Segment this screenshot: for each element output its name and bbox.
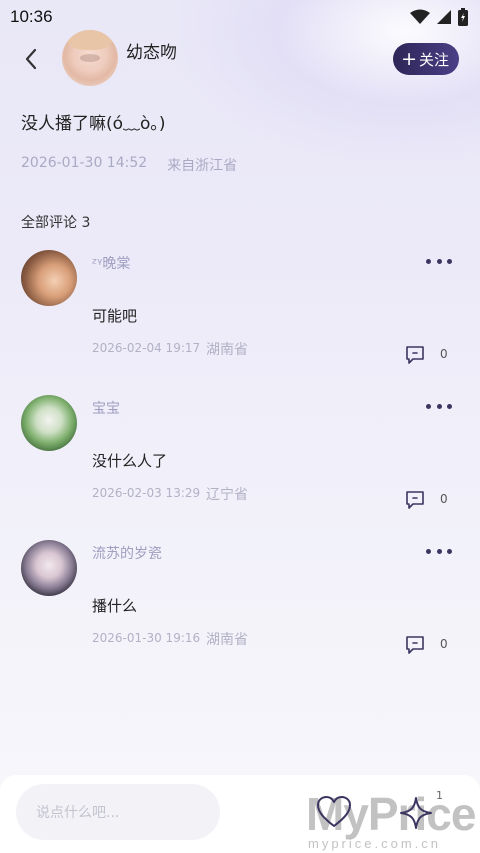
status-time: 10:36 xyxy=(10,7,53,26)
reply-count: 0 xyxy=(440,492,448,506)
comment-input[interactable]: 说点什么吧... xyxy=(16,784,220,840)
comment-text: 可能吧 xyxy=(92,307,138,325)
commenter-avatar[interactable] xyxy=(21,395,77,451)
more-icon[interactable] xyxy=(426,546,452,556)
comment-item: 宝宝 没什么人了 2026-02-03 13:29 辽宁省 0 xyxy=(0,395,480,535)
heart-icon[interactable] xyxy=(316,795,352,829)
back-button[interactable] xyxy=(18,44,44,74)
reply-count: 0 xyxy=(440,347,448,361)
reply-icon[interactable] xyxy=(404,489,426,511)
reply-count: 0 xyxy=(440,637,448,651)
commenter-name[interactable]: ᶻᵞ晚棠 xyxy=(92,253,130,273)
sparkle-icon[interactable] xyxy=(398,795,434,831)
comment-province: 湖南省 xyxy=(206,342,248,358)
comment-input-placeholder: 说点什么吧... xyxy=(36,805,120,821)
follow-button[interactable]: + 关注 xyxy=(393,43,459,75)
comment-date: 2026-02-04 19:17 xyxy=(92,341,201,355)
post-date: 2026-01-30 14:52 xyxy=(21,155,148,171)
status-bar: 10:36 xyxy=(0,0,480,34)
commenter-avatar[interactable] xyxy=(21,540,77,596)
comment-item: 流苏的岁瓷 播什么 2026-01-30 19:16 湖南省 0 xyxy=(0,540,480,680)
signal-icon xyxy=(437,10,451,24)
post-text: 没人播了嘛(ó﹏ò｡) xyxy=(21,114,166,134)
follow-label: 关注 xyxy=(418,50,449,69)
commenter-avatar[interactable] xyxy=(21,250,77,306)
post-header: 幼态吻 + 关注 xyxy=(0,30,480,90)
battery-icon xyxy=(458,8,468,26)
comment-text: 播什么 xyxy=(92,597,138,615)
author-avatar[interactable] xyxy=(62,30,118,86)
comment-text: 没什么人了 xyxy=(92,452,168,470)
back-arrow-icon xyxy=(25,48,37,70)
comment-province: 辽宁省 xyxy=(206,487,248,503)
comments-title: 全部评论 3 xyxy=(21,215,91,231)
comment-date: 2026-01-30 19:16 xyxy=(92,631,201,645)
status-icons xyxy=(410,8,468,26)
reply-icon[interactable] xyxy=(404,634,426,656)
more-icon[interactable] xyxy=(426,401,452,411)
comment-date: 2026-02-03 13:29 xyxy=(92,486,201,500)
post-meta: 2026-01-30 14:52 来自浙江省 xyxy=(21,155,237,175)
bottom-bar: 说点什么吧... MyPrice myprice.com.cn 1 xyxy=(0,775,480,853)
star-count: 1 xyxy=(436,789,443,802)
more-icon[interactable] xyxy=(426,256,452,266)
commenter-name[interactable]: 宝宝 xyxy=(92,398,120,418)
plus-icon: + xyxy=(401,47,417,70)
wifi-icon xyxy=(410,9,430,24)
comment-item: ᶻᵞ晚棠 可能吧 2026-02-04 19:17 湖南省 0 xyxy=(0,250,480,390)
commenter-name[interactable]: 流苏的岁瓷 xyxy=(92,543,162,563)
comment-province: 湖南省 xyxy=(206,632,248,648)
watermark-sub: myprice.com.cn xyxy=(308,836,442,851)
post-location: 来自浙江省 xyxy=(167,158,238,174)
author-name[interactable]: 幼态吻 xyxy=(126,38,177,63)
reply-icon[interactable] xyxy=(404,344,426,366)
